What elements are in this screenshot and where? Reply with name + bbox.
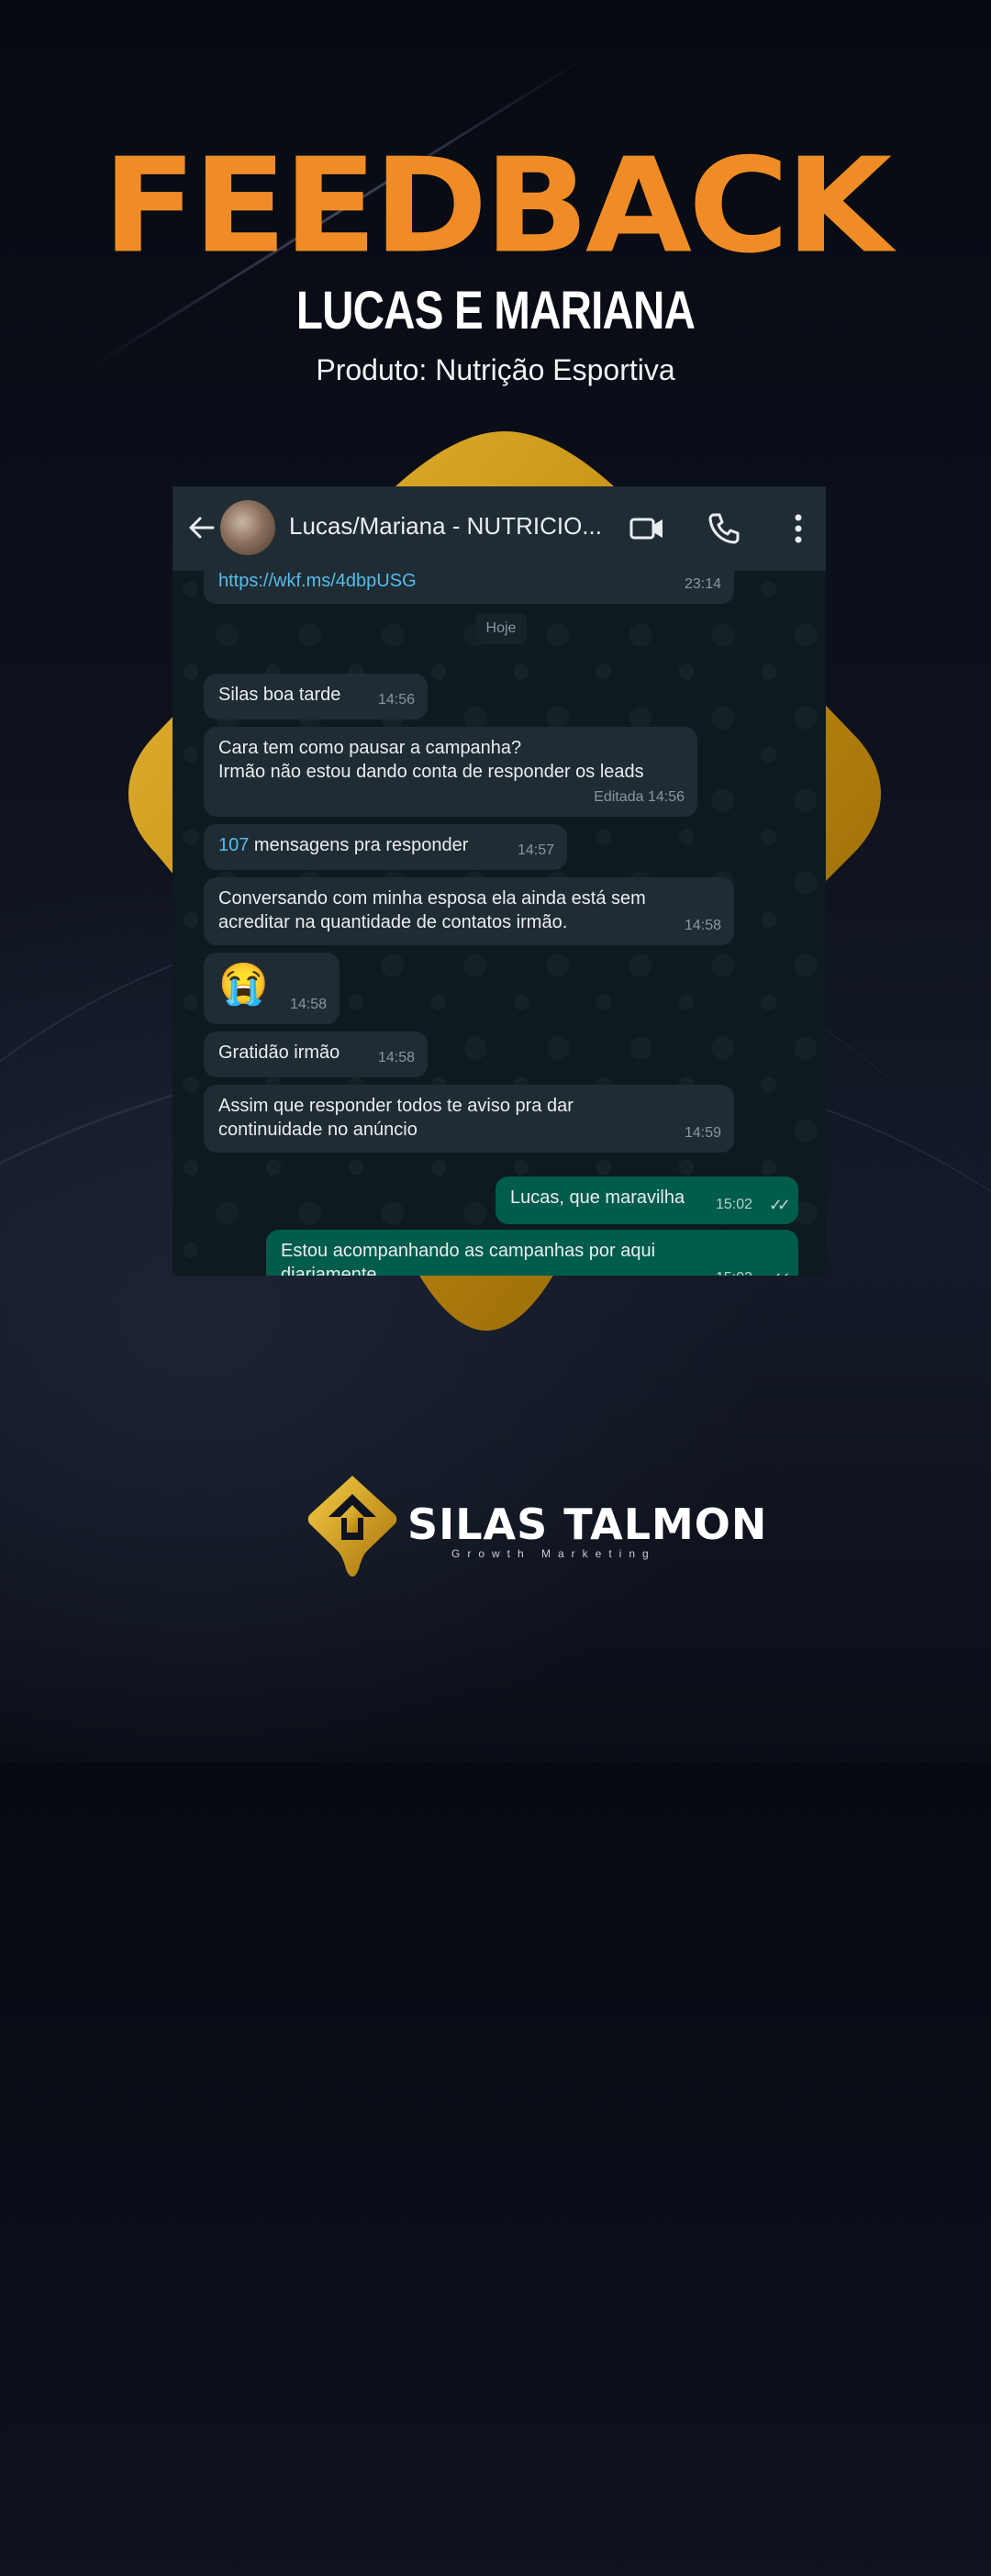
chat-screenshot: Lucas/Mariana - NUTRICIO... https://wkf.… [173, 486, 826, 1276]
message-text: Estou acompanhando as campanhas por aqui [281, 1241, 656, 1261]
silas-talmon-logo-icon [307, 1476, 397, 1577]
edited-label: Editada [594, 789, 644, 805]
message-link[interactable]: https://wkf.ms/4dbpUSG [218, 571, 417, 591]
message-text: Lucas, que maravilha [510, 1188, 685, 1208]
message-bubble[interactable]: Silas boa tarde 14:56 [204, 674, 428, 719]
message-time: 14:56 [377, 692, 415, 708]
message-time: 14:59 [684, 1125, 721, 1141]
message-bubble[interactable]: Gratidão irmão 14:58 [204, 1032, 428, 1077]
message-text: Conversando com minha esposa ela ainda e… [218, 888, 646, 909]
message-text: continuidade no anúncio [218, 1120, 418, 1140]
headline-subtitle: LUCAS E MARIANA [295, 281, 696, 340]
message-time: 14:58 [289, 997, 327, 1012]
contact-avatar[interactable] [220, 500, 275, 555]
more-options-icon[interactable] [780, 510, 817, 547]
brand-tagline: Growth Marketing [451, 1547, 656, 1560]
crying-emoji-icon: 😭 [218, 962, 269, 1007]
message-bubble[interactable]: Conversando com minha esposa ela ainda e… [204, 877, 734, 945]
chat-messages[interactable]: https://wkf.ms/4dbpUSG 23:14 Hoje Silas … [173, 560, 826, 1276]
message-text: Silas boa tarde [218, 685, 341, 705]
day-separator: Hoje [475, 613, 527, 644]
message-bubble[interactable]: Cara tem como pausar a campanha? Irmão n… [204, 727, 697, 817]
message-bubble[interactable]: https://wkf.ms/4dbpUSG 23:14 [204, 560, 734, 604]
message-time: 14:58 [684, 918, 721, 933]
message-time: 15:02 [715, 1197, 752, 1212]
message-text: Assim que responder todos te aviso pra d… [218, 1096, 573, 1116]
back-arrow-icon[interactable] [185, 512, 217, 543]
message-bubble[interactable]: Assim que responder todos te aviso pra d… [204, 1085, 734, 1153]
read-receipt-icon: ✓✓ [768, 1196, 791, 1214]
message-bubble-outgoing[interactable]: Lucas, que maravilha 15:02 ✓✓ [496, 1176, 798, 1224]
message-bubble[interactable]: 107 mensagens pra responder 14:57 [204, 824, 567, 870]
message-text: diariamente [281, 1265, 377, 1276]
headline-title: FEEDBACK [102, 130, 893, 283]
brand-name: SILAS TALMON [407, 1500, 768, 1549]
message-time: 14:56 [647, 789, 685, 805]
product-label: Produto: Nutrição Esportiva [316, 353, 675, 386]
message-time: 23:14 [684, 576, 721, 592]
chat-title[interactable]: Lucas/Mariana - NUTRICIO... [289, 512, 601, 541]
message-text: Gratidão irmão [218, 1043, 340, 1063]
message-text: Cara tem como pausar a campanha? [218, 738, 522, 758]
message-time: 14:57 [517, 842, 554, 858]
message-time: 15:03 [716, 1266, 752, 1276]
message-time: 14:58 [377, 1050, 415, 1065]
chat-header: Lucas/Mariana - NUTRICIO... [173, 486, 826, 571]
message-bubble[interactable]: 😭 14:58 [204, 953, 340, 1024]
video-call-icon[interactable] [629, 510, 665, 547]
message-meta: Editada 14:56 [594, 786, 685, 809]
message-bubble-outgoing[interactable]: Estou acompanhando as campanhas por aqui… [266, 1230, 798, 1276]
message-text: acreditar na quantidade de contatos irmã… [218, 912, 568, 932]
message-number: 107 [218, 835, 250, 855]
message-text: Irmão não estou dando conta de responder… [218, 762, 644, 782]
read-receipt-icon: ✓✓ [769, 1266, 791, 1276]
message-text: mensagens pra responder [249, 835, 469, 855]
phone-icon[interactable] [706, 510, 742, 547]
